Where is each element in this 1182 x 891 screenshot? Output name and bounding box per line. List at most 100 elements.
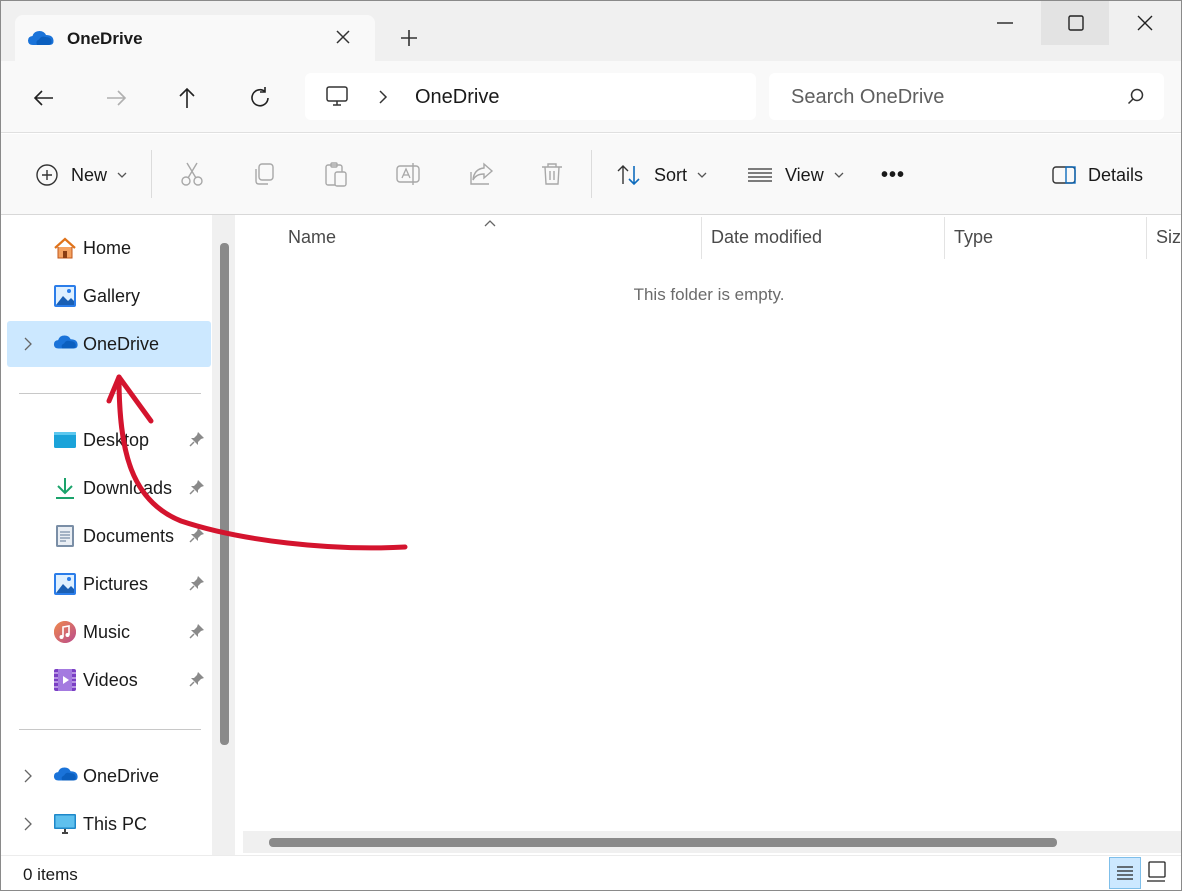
item-count: 0 items [23,865,78,884]
sort-label: Sort [654,164,688,185]
see-more-button[interactable]: ••• [881,160,905,190]
title-bar: OneDrive [1,1,1181,61]
desktop-folder-icon [53,428,77,452]
home-icon [53,236,77,260]
search-icon[interactable] [1126,87,1146,112]
details-button[interactable]: Details [1052,160,1143,190]
forward-button[interactable] [101,83,131,113]
sidebar-item-label: Downloads [83,478,173,498]
column-divider[interactable] [701,217,702,259]
sidebar-item-this-pc[interactable]: This PC [7,801,211,847]
onedrive-cloud-icon [53,764,78,788]
pin-icon[interactable] [189,623,205,644]
column-header-name[interactable]: Name [288,227,336,248]
file-explorer-window: OneDrive OneDrive Search OneDrive New So… [0,0,1182,891]
sidebar-item-downloads[interactable]: Downloads [7,465,211,511]
column-divider[interactable] [1146,217,1147,259]
view-list-icon [748,168,772,182]
cut-icon[interactable] [178,160,206,188]
details-label: Details [1088,164,1144,185]
details-view-icon [1117,866,1133,880]
search-input[interactable]: Search OneDrive [791,86,944,109]
column-header-size[interactable]: Size [1156,227,1181,248]
share-icon[interactable] [467,160,495,188]
sidebar-item-label: Desktop [83,430,150,450]
address-bar[interactable]: OneDrive [305,73,756,120]
sort-ascending-icon [483,215,497,233]
delete-icon[interactable] [538,160,566,188]
column-header-type[interactable]: Type [954,227,993,248]
horizontal-scrollbar-thumb[interactable] [269,838,1057,847]
status-bar: 0 items [1,855,1181,890]
command-separator [151,150,152,198]
chevron-right-icon[interactable] [377,90,389,109]
pin-icon[interactable] [189,527,205,548]
pin-icon[interactable] [189,431,205,452]
new-button[interactable]: New [35,160,127,190]
command-separator [591,150,592,198]
sidebar-item-onedrive-2[interactable]: OneDrive [7,753,211,799]
breadcrumb-onedrive[interactable]: OneDrive [415,86,499,109]
large-icons-view-button[interactable] [1143,857,1175,889]
rename-icon[interactable] [394,160,422,188]
sidebar-item-home[interactable]: Home [7,225,211,271]
sidebar-scrollbar-thumb[interactable] [220,243,229,745]
column-divider[interactable] [944,217,945,259]
sidebar-item-onedrive[interactable]: OneDrive [7,321,211,367]
chevron-right-icon[interactable] [23,769,33,788]
chevron-down-icon [117,172,127,178]
videos-icon [53,668,77,692]
arrow-left-icon [33,90,53,106]
sort-icon [617,165,640,186]
sidebar-item-music[interactable]: Music [7,609,211,655]
sidebar-item-documents[interactable]: Documents [7,513,211,559]
up-button[interactable] [172,83,202,113]
minimize-button[interactable] [971,1,1039,45]
music-icon [53,620,77,644]
sidebar-item-label: Gallery [83,286,141,306]
tab-close-icon[interactable] [333,27,353,47]
back-button[interactable] [29,83,59,113]
pin-icon[interactable] [189,575,205,596]
sidebar-item-videos[interactable]: Videos [7,657,211,703]
sort-button[interactable]: Sort [616,160,707,190]
maximize-button[interactable] [1041,1,1109,45]
details-view-button[interactable] [1109,857,1141,889]
refresh-button[interactable] [245,83,275,113]
sidebar-divider [19,729,201,730]
sidebar-item-desktop[interactable]: Desktop [7,417,211,463]
view-label: View [785,164,824,185]
sidebar-divider [19,393,201,394]
maximize-icon [1068,15,1084,31]
sidebar-item-label: This PC [83,814,148,834]
onedrive-cloud-icon [53,332,78,356]
close-button[interactable] [1111,1,1179,45]
sidebar-item-pictures[interactable]: Pictures [7,561,211,607]
gallery-icon [53,284,77,308]
view-button[interactable]: View [747,160,844,190]
documents-icon [53,524,77,548]
tab-onedrive[interactable]: OneDrive [15,15,375,61]
column-header-date-modified[interactable]: Date modified [711,227,822,248]
navigation-pane: Home Gallery OneDrive Desktop Downloads … [1,215,235,855]
chevron-down-icon [697,172,707,178]
chevron-down-icon [834,172,844,178]
more-icon: ••• [881,163,906,186]
refresh-icon [251,87,269,107]
sidebar-item-label: Videos [83,670,138,690]
sidebar-item-label: OneDrive [83,766,160,786]
sidebar-item-label: OneDrive [83,334,160,354]
pictures-icon [53,572,77,596]
pin-icon[interactable] [189,479,205,500]
new-tab-icon[interactable] [396,25,422,51]
paste-icon[interactable] [322,160,350,188]
download-icon [53,476,77,500]
chevron-right-icon[interactable] [23,337,33,356]
search-box[interactable]: Search OneDrive [769,73,1164,120]
chevron-right-icon[interactable] [23,817,33,836]
sidebar-item-gallery[interactable]: Gallery [7,273,211,319]
sidebar-item-label: Documents [83,526,175,546]
sidebar-item-label: Pictures [83,574,149,594]
copy-icon[interactable] [250,160,278,188]
pin-icon[interactable] [189,671,205,692]
